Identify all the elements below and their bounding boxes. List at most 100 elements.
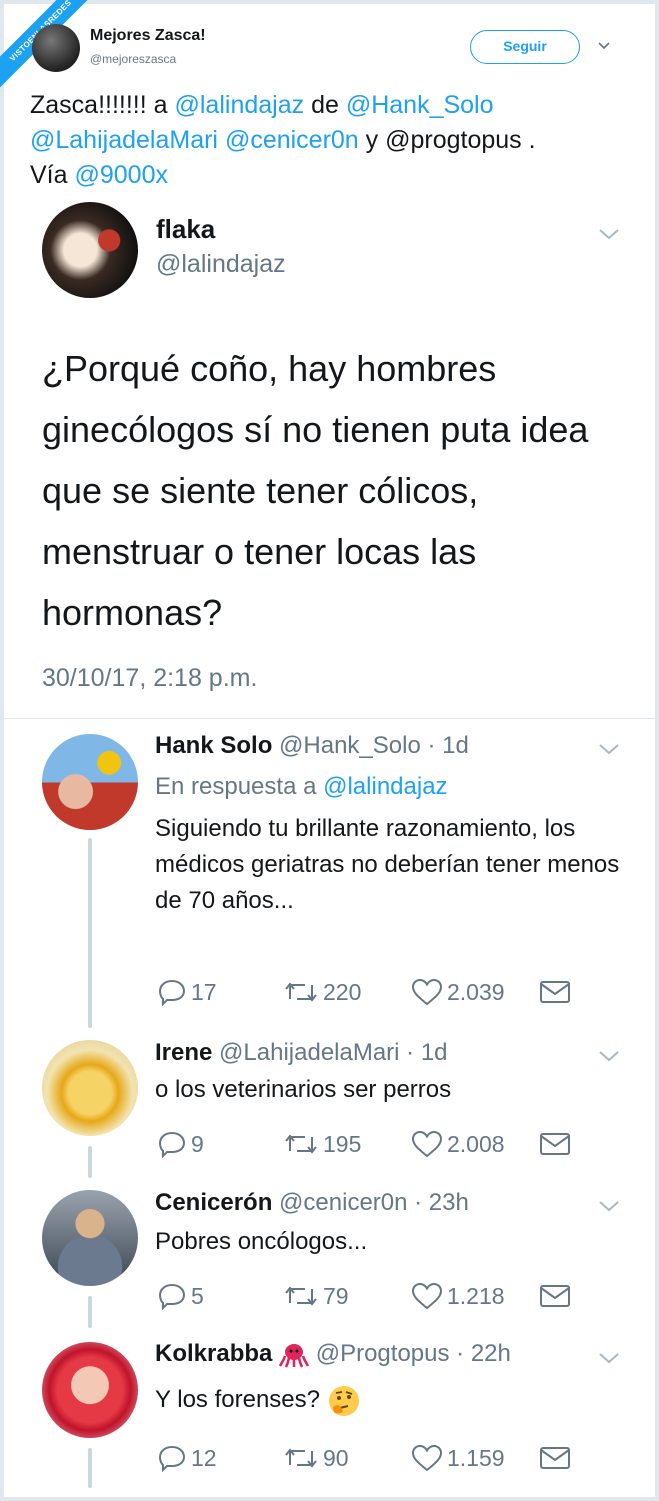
text-part: Vía (30, 161, 75, 189)
reply-handle: @LahijadelaMari · 1d (219, 1039, 448, 1066)
reply-text: Siguiendo tu brillante razonamiento, los… (155, 815, 620, 914)
reply-button[interactable]: 9 (157, 1128, 204, 1160)
thread-line (88, 1296, 92, 1328)
reply-count: 12 (191, 1444, 217, 1471)
reply-icon (158, 1445, 186, 1472)
like-icon (411, 1444, 443, 1472)
reply-avatar[interactable] (42, 734, 138, 830)
like-icon (411, 1282, 443, 1310)
like-button[interactable]: 1.159 (411, 1442, 505, 1474)
reply-button[interactable]: 12 (157, 1442, 217, 1474)
octopus-emoji (279, 1343, 310, 1368)
chevron-down-icon[interactable] (597, 741, 621, 757)
like-icon (411, 1130, 443, 1158)
reply-count: 9 (191, 1130, 204, 1157)
tweet-text: Zasca!!!!!!! a @lalindajaz de @Hank_Solo… (30, 88, 630, 193)
retweet-count: 79 (323, 1282, 349, 1309)
like-count: 1.218 (447, 1282, 505, 1309)
dm-icon (540, 981, 570, 1003)
dm-button[interactable] (539, 1128, 571, 1160)
retweet-count: 90 (323, 1444, 349, 1471)
reply-actions: 9 195 2.008 (155, 1128, 585, 1160)
dm-icon (540, 1285, 570, 1307)
reply-text-content: Y los forenses? (155, 1386, 320, 1413)
chevron-down-icon[interactable] (597, 1198, 621, 1214)
reply-avatar[interactable] (42, 1190, 138, 1286)
retweet-icon (285, 1286, 317, 1306)
reply-actions: 12 90 1.159 (155, 1442, 585, 1474)
mention-link[interactable]: @LahijadelaMari (30, 126, 218, 154)
reply-name: Cenicerón (155, 1189, 273, 1216)
author-name[interactable]: Mejores Zasca! (90, 27, 206, 45)
reply-actions: 5 79 1.218 (155, 1280, 585, 1312)
like-icon (411, 978, 443, 1006)
text-part: Zasca!!!!!!! a (30, 91, 175, 119)
retweet-button[interactable]: 79 (283, 1280, 349, 1312)
reply-icon (158, 1283, 186, 1310)
dm-button[interactable] (539, 1442, 571, 1474)
retweet-button[interactable]: 220 (283, 976, 361, 1008)
reply-button[interactable]: 17 (157, 976, 217, 1008)
retweet-button[interactable]: 90 (283, 1442, 349, 1474)
reply-handle: @cenicer0n · 23h (279, 1189, 469, 1216)
author-handle[interactable]: @mejoreszasca (90, 52, 176, 66)
mention-link[interactable]: @9000x (74, 161, 168, 189)
chevron-down-icon[interactable] (597, 38, 611, 52)
mention-link[interactable]: @cenicer0n (225, 126, 359, 154)
mention-link[interactable]: @lalindajaz (323, 773, 447, 800)
reply-text: Pobres oncólogos... (155, 1228, 368, 1255)
reply-author[interactable]: Irene @LahijadelaMari · 1d (155, 1039, 448, 1067)
like-button[interactable]: 2.008 (411, 1128, 505, 1160)
chevron-down-icon[interactable] (597, 1048, 621, 1064)
thread-line (88, 1146, 92, 1178)
text-part: de (304, 91, 346, 119)
reply-to-label: En respuesta a (155, 773, 324, 800)
dm-button[interactable] (539, 1280, 571, 1312)
dm-icon (540, 1133, 570, 1155)
retweet-icon (285, 982, 317, 1002)
quoted-handle[interactable]: @lalindajaz (156, 250, 286, 279)
divider (4, 718, 655, 719)
retweet-button[interactable]: 195 (283, 1128, 361, 1160)
follow-button[interactable]: Seguir (470, 30, 580, 64)
reply-actions: 17 220 2.039 (155, 976, 585, 1008)
mention-link[interactable]: @Hank_Solo (346, 91, 494, 119)
reply-author[interactable]: Hank Solo @Hank_Solo · 1d (155, 732, 469, 760)
reply-author[interactable]: Cenicerón @cenicer0n · 23h (155, 1189, 469, 1217)
like-count: 2.008 (447, 1130, 505, 1157)
text-part: y @progtopus . (358, 126, 536, 154)
reply-name: Hank Solo (155, 732, 273, 759)
like-button[interactable]: 2.039 (411, 976, 505, 1008)
reply-avatar[interactable] (42, 1040, 138, 1136)
thread-line (88, 1448, 92, 1488)
reply-name: Irene (155, 1039, 213, 1066)
quoted-text: ¿Porqué coño, hay hombres ginecólogos sí… (42, 348, 589, 633)
dm-icon (540, 1447, 570, 1469)
thread-line (88, 838, 92, 1028)
dm-button[interactable] (539, 976, 571, 1008)
reply-avatar[interactable] (42, 1342, 138, 1438)
like-button[interactable]: 1.218 (411, 1280, 505, 1312)
reply-count: 17 (191, 978, 217, 1005)
reply-name: Kolkrabba (155, 1340, 273, 1367)
mention-link[interactable]: @lalindajaz (175, 91, 305, 119)
like-count: 1.159 (447, 1444, 505, 1471)
reply-text: o los veterinarios ser perros (155, 1076, 452, 1103)
reply-icon (158, 979, 186, 1006)
reply-handle: @Hank_Solo · 1d (279, 732, 469, 759)
reply-author[interactable]: Kolkrabba @Progtopus · 22h (155, 1340, 511, 1368)
chevron-down-icon[interactable] (597, 1350, 621, 1366)
author-avatar[interactable] (32, 24, 80, 72)
like-count: 2.039 (447, 978, 505, 1005)
reply-handle: @Progtopus · 22h (315, 1340, 511, 1367)
quoted-date[interactable]: 30/10/17, 2:18 p.m. (42, 664, 257, 693)
retweet-count: 220 (323, 978, 362, 1005)
quoted-name[interactable]: flaka (156, 214, 215, 245)
reply-context: En respuesta a @lalindajaz (155, 773, 448, 801)
retweet-count: 195 (323, 1130, 362, 1157)
reply-icon (158, 1131, 186, 1158)
chevron-down-icon[interactable] (597, 226, 621, 242)
quoted-avatar[interactable] (42, 202, 138, 298)
reply-count: 5 (191, 1282, 204, 1309)
reply-button[interactable]: 5 (157, 1280, 204, 1312)
